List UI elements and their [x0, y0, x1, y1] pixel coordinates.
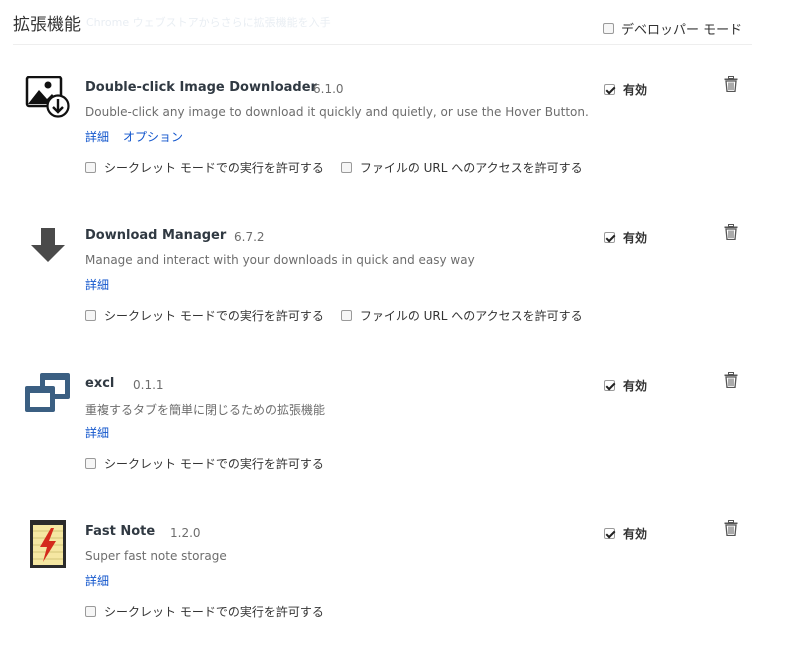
trash-icon[interactable]	[724, 224, 738, 241]
trash-icon[interactable]	[724, 520, 738, 537]
allow-incognito-option[interactable]: シークレット モードでの実行を許可する	[85, 455, 324, 472]
extension-item: Download Manager 6.7.2 Manage and intera…	[0, 224, 792, 354]
extension-item: excl 0.1.1 重複するタブを簡単に閉じるための拡張機能 詳細 シークレッ…	[0, 372, 792, 502]
extension-name: Download Manager	[85, 228, 227, 243]
details-link[interactable]: 詳細	[85, 278, 109, 292]
details-link[interactable]: 詳細	[85, 130, 109, 144]
enable-label: 有効	[623, 527, 648, 541]
page-title: 拡張機能	[13, 15, 81, 35]
allow-file-url-label: ファイルの URL へのアクセスを許可する	[359, 309, 583, 323]
extension-description: Double-click any image to download it qu…	[85, 105, 589, 119]
allow-file-url-option[interactable]: ファイルの URL へのアクセスを許可する	[340, 307, 583, 324]
developer-mode-label: デベロッパー モード	[621, 23, 743, 38]
header-divider	[13, 44, 752, 45]
extension-name: Fast Note	[85, 524, 156, 539]
extension-version: 1.2.0	[170, 526, 201, 540]
allow-incognito-option[interactable]: シークレット モードでの実行を許可する	[85, 159, 324, 176]
duplicate-windows-icon	[24, 372, 72, 420]
extension-item: Fast Note 1.2.0 Super fast note storage …	[0, 520, 792, 650]
extension-version: 6.7.2	[234, 230, 265, 244]
allow-file-url-label: ファイルの URL へのアクセスを許可する	[359, 161, 583, 175]
enable-label: 有効	[623, 379, 648, 393]
enable-toggle[interactable]: 有効	[604, 81, 647, 98]
image-download-icon	[24, 75, 72, 124]
enable-checkbox[interactable]	[604, 380, 615, 391]
enable-label: 有効	[623, 231, 648, 245]
options-link[interactable]: オプション	[123, 130, 183, 144]
lightning-note-icon	[24, 520, 72, 568]
allow-incognito-label: シークレット モードでの実行を許可する	[104, 605, 324, 619]
extension-description: 重複するタブを簡単に閉じるための拡張機能	[85, 403, 326, 417]
extension-name: excl	[85, 376, 115, 391]
developer-mode-checkbox[interactable]	[603, 23, 614, 34]
extension-version: 0.1.1	[133, 378, 164, 392]
allow-incognito-checkbox[interactable]	[85, 606, 96, 617]
extension-description: Manage and interact with your downloads …	[85, 253, 475, 267]
allow-incognito-label: シークレット モードでの実行を許可する	[104, 457, 324, 471]
enable-checkbox[interactable]	[604, 84, 615, 95]
enable-label: 有効	[623, 83, 648, 97]
allow-incognito-checkbox[interactable]	[85, 162, 96, 173]
details-link[interactable]: 詳細	[85, 574, 109, 588]
enable-checkbox[interactable]	[604, 232, 615, 243]
enable-toggle[interactable]: 有効	[604, 525, 647, 542]
download-arrow-icon	[24, 224, 72, 272]
allow-incognito-label: シークレット モードでの実行を許可する	[104, 161, 324, 175]
trash-icon[interactable]	[724, 372, 738, 389]
allow-incognito-checkbox[interactable]	[85, 310, 96, 321]
allow-incognito-checkbox[interactable]	[85, 458, 96, 469]
allow-file-url-checkbox[interactable]	[340, 162, 352, 173]
allow-incognito-option[interactable]: シークレット モードでの実行を許可する	[85, 307, 324, 324]
details-link[interactable]: 詳細	[85, 426, 109, 440]
allow-file-url-option[interactable]: ファイルの URL へのアクセスを許可する	[340, 159, 583, 176]
allow-file-url-checkbox[interactable]	[340, 310, 352, 321]
enable-toggle[interactable]: 有効	[604, 377, 647, 394]
extension-item: Double-click Image Downloader 6.1.0 Doub…	[0, 75, 792, 206]
enable-checkbox[interactable]	[604, 528, 615, 539]
get-more-extensions-text: Chrome ウェブストアからさらに拡張機能を入手	[86, 16, 331, 29]
extension-version: 6.1.0	[313, 82, 344, 96]
allow-incognito-label: シークレット モードでの実行を許可する	[104, 309, 324, 323]
enable-toggle[interactable]: 有効	[604, 229, 647, 246]
extension-name: Double-click Image Downloader	[85, 80, 317, 95]
extension-description: Super fast note storage	[85, 549, 227, 563]
trash-icon[interactable]	[724, 76, 738, 93]
developer-mode-toggle[interactable]: デベロッパー モード	[603, 19, 742, 38]
allow-incognito-option[interactable]: シークレット モードでの実行を許可する	[85, 603, 324, 620]
